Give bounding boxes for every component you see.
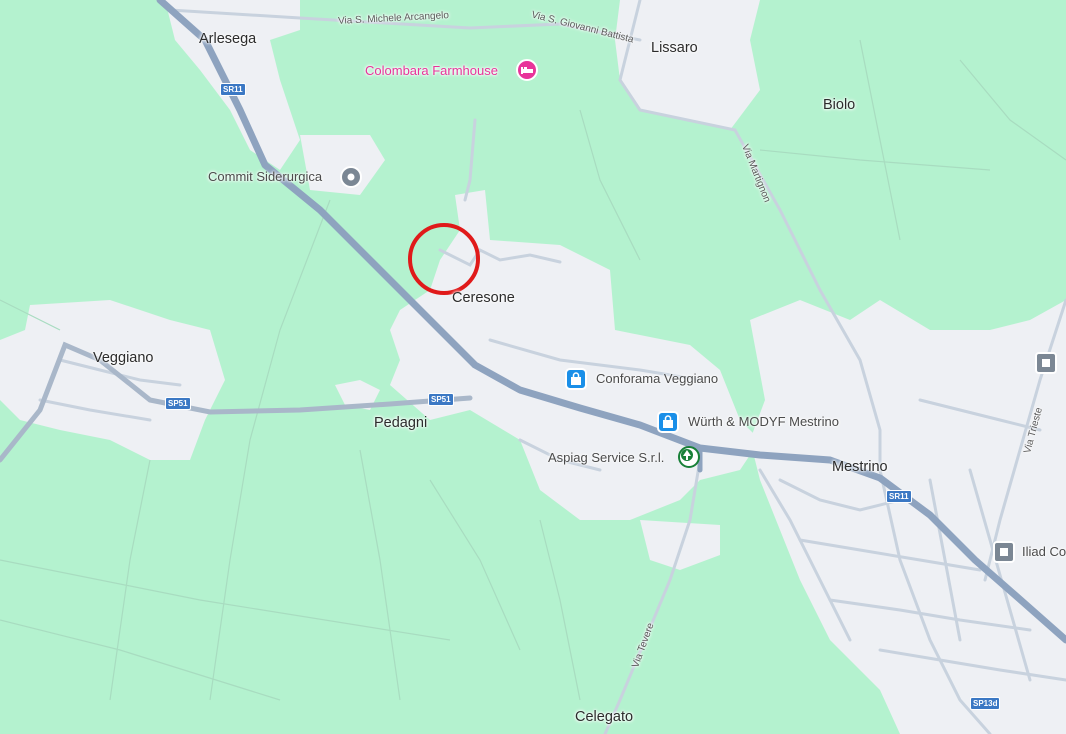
shopping-bag-icon[interactable] [657,411,679,433]
place-label-veggiano[interactable]: Veggiano [93,350,153,366]
place-label-pedagni[interactable]: Pedagni [374,415,427,431]
tree-icon[interactable] [678,446,700,468]
shopping-bag-icon[interactable] [565,368,587,390]
pin-icon[interactable] [340,166,362,188]
square-pin-icon[interactable] [1035,352,1057,374]
poi-label-commit-siderurgica[interactable]: Commit Siderurgica [208,169,322,184]
road-shield-sr11: SR11 [220,83,246,96]
place-label-celegato[interactable]: Celegato [575,709,633,725]
poi-label-aspiag-service[interactable]: Aspiag Service S.r.l. [548,450,664,465]
road-shield-sp51: SP51 [428,393,454,406]
poi-label-iliad[interactable]: Iliad Co [1022,544,1066,559]
urban-areas [0,0,1066,734]
road-shield-sp51: SP51 [165,397,191,410]
map-canvas[interactable]: Via S. Michele Arcangelo Via S. Giovanni… [0,0,1066,734]
poi-label-colombara-farmhouse[interactable]: Colombara Farmhouse [365,63,498,78]
place-label-ceresone[interactable]: Ceresone [452,290,515,306]
square-pin-icon[interactable] [993,541,1015,563]
place-label-lissaro[interactable]: Lissaro [651,40,698,56]
bed-icon[interactable] [516,59,538,81]
road-shield-sr11: SR11 [886,490,912,503]
poi-label-conforama-veggiano[interactable]: Conforama Veggiano [596,371,718,386]
poi-label-wurth-modyf-mestrino[interactable]: Würth & MODYF Mestrino [688,414,839,429]
map-graphics [0,0,1066,734]
place-label-biolo[interactable]: Biolo [823,97,855,113]
road-shield-sp13d: SP13d [970,697,1001,710]
place-label-mestrino[interactable]: Mestrino [832,459,888,475]
place-label-arlesega[interactable]: Arlesega [199,31,256,47]
